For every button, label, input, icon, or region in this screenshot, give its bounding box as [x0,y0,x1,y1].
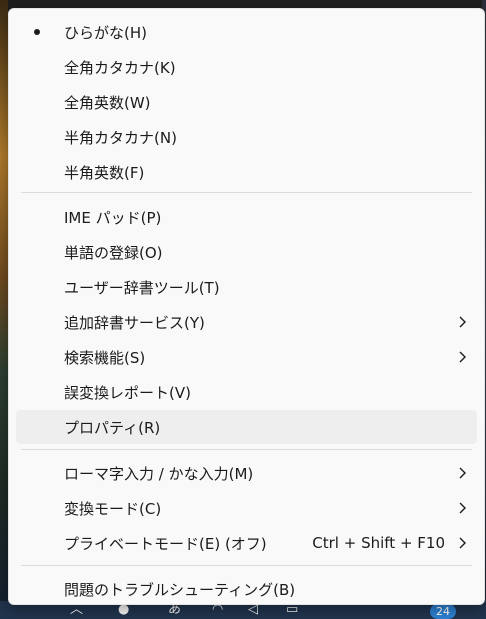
menu-item-label: 単語の登録(O) [64,243,163,262]
keyboard-shortcut: Ctrl + Shift + F10 [312,534,445,552]
menu-item-ime-pad[interactable]: IME パッド(P) [16,200,477,234]
menu-item-label: ひらがな(H) [64,23,147,42]
menu-item-label: 誤変換レポート(V) [64,383,191,402]
menu-item-hiragana[interactable]: ひらがな(H) [16,15,477,49]
menu-item-conversion-mode[interactable]: 変換モード(C) [16,491,477,525]
chevron-right-icon [459,467,466,479]
menu-item-label: 全角英数(W) [64,93,151,112]
ime-context-menu: ひらがな(H) 全角カタカナ(K) 全角英数(W) 半角カタカナ(N) 半角英数… [8,8,485,605]
menu-item-label: ローマ字入力 / かな入力(M) [64,464,254,483]
selected-bullet-icon [34,29,40,35]
menu-separator [21,192,472,193]
menu-item-zenkaku-eisu[interactable]: 全角英数(W) [16,85,477,119]
menu-separator [21,565,472,566]
menu-item-hankaku-katakana[interactable]: 半角カタカナ(N) [16,120,477,154]
menu-item-label: プライベートモード(E) (オフ) [64,534,267,553]
menu-item-misconversion-report[interactable]: 誤変換レポート(V) [16,375,477,409]
menu-item-additional-dictionary[interactable]: 追加辞書サービス(Y) [16,305,477,339]
chevron-right-icon [459,502,466,514]
menu-item-label: ユーザー辞書ツール(T) [64,278,220,297]
menu-item-zenkaku-katakana[interactable]: 全角カタカナ(K) [16,50,477,84]
menu-separator [21,449,472,450]
menu-item-label: 全角カタカナ(K) [64,58,176,77]
chevron-right-icon [459,351,466,363]
menu-item-hankaku-eisu[interactable]: 半角英数(F) [16,155,477,189]
menu-item-properties[interactable]: プロパティ(R) [16,410,477,444]
menu-item-label: プロパティ(R) [64,418,161,437]
menu-item-user-dictionary-tool[interactable]: ユーザー辞書ツール(T) [16,270,477,304]
chevron-right-icon [459,537,466,549]
menu-item-search-function[interactable]: 検索機能(S) [16,340,477,374]
desktop-wallpaper-left [0,0,8,619]
menu-item-label: 変換モード(C) [64,499,162,518]
menu-item-private-mode[interactable]: プライベートモード(E) (オフ) Ctrl + Shift + F10 [16,526,477,560]
menu-item-label: 追加辞書サービス(Y) [64,313,205,332]
notification-badge[interactable]: 24 [430,604,456,619]
menu-item-word-register[interactable]: 単語の登録(O) [16,235,477,269]
menu-item-romaji-kana-input[interactable]: ローマ字入力 / かな入力(M) [16,456,477,490]
chevron-right-icon [459,316,466,328]
menu-item-label: IME パッド(P) [64,208,162,227]
menu-item-troubleshooting[interactable]: 問題のトラブルシューティング(B) [16,572,477,606]
menu-item-label: 問題のトラブルシューティング(B) [64,580,296,599]
menu-item-label: 半角カタカナ(N) [64,128,177,147]
menu-item-label: 半角英数(F) [64,163,145,182]
menu-item-label: 検索機能(S) [64,348,146,367]
